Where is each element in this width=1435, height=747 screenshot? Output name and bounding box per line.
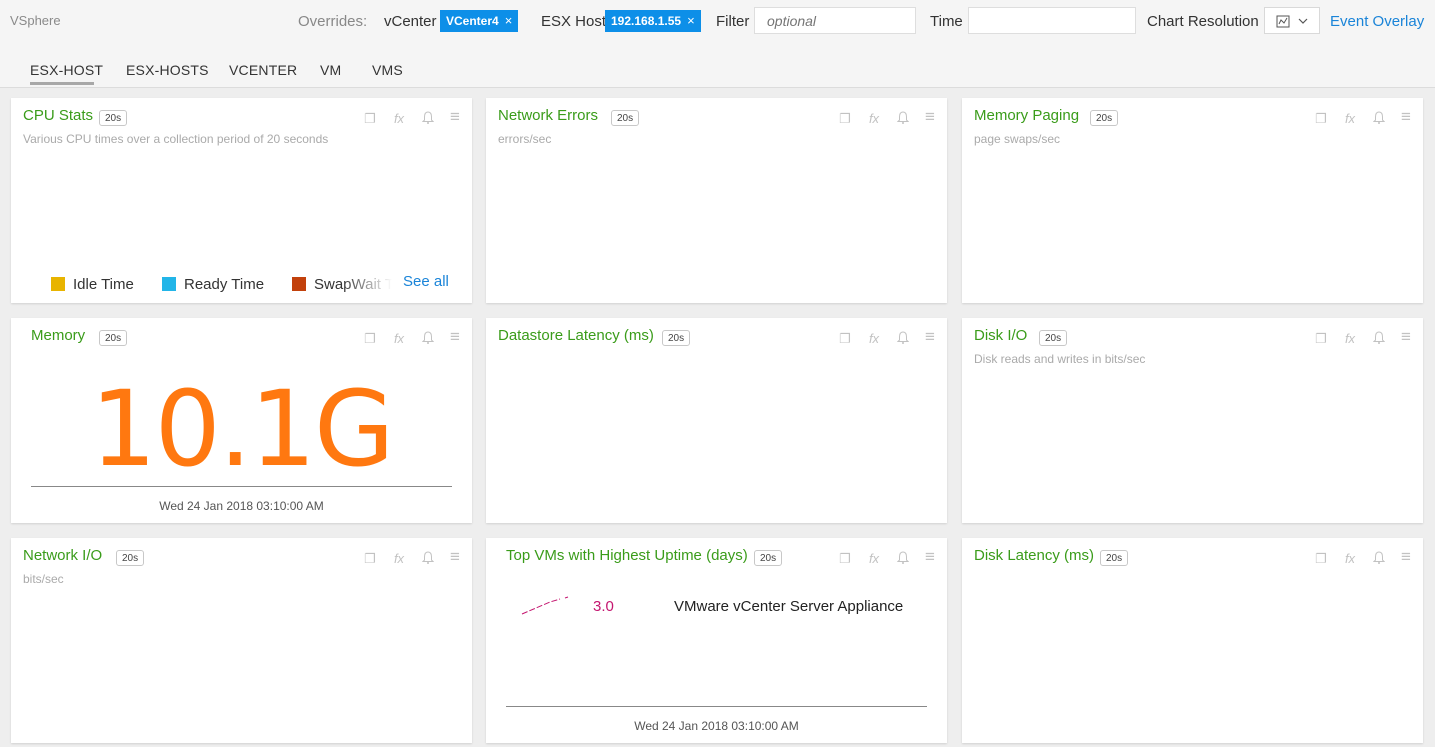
cpu-stats-panel: CPU Stats 20s Various CPU times over a c…	[11, 98, 872, 303]
vcenter-label: vCenter	[384, 13, 437, 30]
chart-resolution-dropdown[interactable]	[1264, 7, 1320, 34]
interval-badge: 20s	[754, 550, 783, 566]
datastore-latency-chart	[486, 318, 947, 523]
menu-icon[interactable]: ≡	[448, 327, 462, 347]
menu-icon[interactable]: ≡	[923, 547, 937, 567]
network-io-panel: Network I/O 20s bits/sec ❐fx019.5k39.1k5…	[11, 538, 871, 743]
uptime-sparkline	[521, 596, 569, 615]
vm-name[interactable]: VMware vCenter Server Appliance	[674, 598, 903, 615]
fx-icon[interactable]: fx	[392, 331, 406, 346]
disk-latency-chart	[962, 538, 1423, 743]
time-label: Time	[930, 13, 963, 30]
interval-badge: 20s	[99, 330, 128, 346]
legend-ready-time[interactable]: Ready Time	[162, 276, 264, 293]
legend-swapwait-time[interactable]: SwapWait T	[292, 276, 392, 293]
memory-value: 10.1G	[90, 368, 394, 490]
panel-title: Memory	[31, 327, 86, 344]
bell-icon[interactable]	[421, 331, 435, 347]
legend-label: Idle Time	[73, 276, 134, 293]
legend-label: Ready Time	[184, 276, 265, 293]
tab-vms[interactable]: VMS	[372, 62, 403, 78]
time-input[interactable]	[968, 7, 1136, 34]
legend-swatch	[51, 277, 65, 291]
disk-io-chart	[962, 318, 1423, 523]
memory-paging-chart	[962, 98, 1423, 303]
app-title: VSphere	[10, 13, 61, 28]
divider	[506, 706, 927, 707]
disk-latency-panel: Disk Latency (ms) 20s ❐fx012314:3014:351…	[962, 538, 1435, 743]
esx-host-chip-label: 192.168.1.55	[611, 14, 682, 28]
legend-swatch	[292, 277, 306, 291]
network-errors-chart	[486, 98, 947, 303]
tab-esx-hosts[interactable]: ESX-HOSTS	[126, 62, 209, 78]
tab-vcenter[interactable]: VCENTER	[229, 62, 297, 78]
timestamp: Wed 24 Jan 2018 03:10:00 AM	[159, 499, 324, 513]
network-errors-panel: Network Errors 20s errors/sec ❐fx00.5001…	[486, 98, 1346, 303]
tab-bar	[0, 44, 1435, 88]
vcenter-chip[interactable]: VCenter4 ×	[440, 10, 519, 32]
tab-esx-host[interactable]: ESX-HOST	[30, 62, 103, 78]
timestamp: Wed 24 Jan 2018 03:10:00 AM	[634, 719, 799, 733]
vcenter-chip-label: VCenter4	[446, 14, 499, 28]
remove-esx-host-icon[interactable]: ×	[687, 13, 695, 28]
top-bar: VSphere Overrides: vCenter VCenter4 × ESX…	[0, 0, 1435, 45]
top-vms-uptime-panel: Top VMs with Highest Uptime (days) 20s ❐…	[486, 538, 947, 743]
legend-idle-time[interactable]: Idle Time	[51, 276, 134, 293]
uptime-value: 3.0	[593, 598, 614, 615]
esx-host-chip[interactable]: 192.168.1.55 ×	[605, 10, 701, 32]
copy-icon[interactable]: ❐	[838, 551, 852, 567]
legend-label: SwapWait T	[314, 276, 392, 293]
memory-panel: Memory 20s ❐ fx ≡ 10.1G Wed 24 Jan 2018 03…	[11, 318, 472, 523]
bell-icon[interactable]	[896, 551, 910, 567]
legend-swatch	[162, 277, 176, 291]
network-io-chart	[11, 538, 472, 743]
disk-io-panel: Disk I/O 20s Disk reads and writes in bi…	[962, 318, 1435, 523]
esx-host-label: ESX Host	[541, 13, 607, 30]
copy-icon[interactable]: ❐	[363, 331, 377, 347]
see-all-link[interactable]: See all	[403, 273, 449, 290]
remove-vcenter-icon[interactable]: ×	[505, 13, 513, 28]
active-tab-indicator	[30, 82, 94, 85]
panel-title: Top VMs with Highest Uptime (days)	[506, 547, 748, 564]
chart-resolution-label: Chart Resolution	[1147, 13, 1259, 30]
chevron-down-icon	[1298, 18, 1308, 24]
event-overlay-link[interactable]: Event Overlay	[1330, 13, 1424, 30]
datastore-latency-panel: Datastore Latency (ms) 20s ❐fx0246811.50…	[486, 318, 1346, 523]
tab-vm[interactable]: VM	[320, 62, 341, 78]
overrides-label: Overrides:	[298, 13, 368, 30]
filter-input[interactable]	[754, 7, 916, 34]
chart-line-icon	[1276, 15, 1308, 28]
filter-label: Filter	[716, 13, 750, 30]
divider	[31, 486, 452, 487]
memory-paging-panel: Memory Paging 20s page swaps/sec ❐fx00.5…	[962, 98, 1435, 303]
fx-icon[interactable]: fx	[867, 551, 881, 566]
